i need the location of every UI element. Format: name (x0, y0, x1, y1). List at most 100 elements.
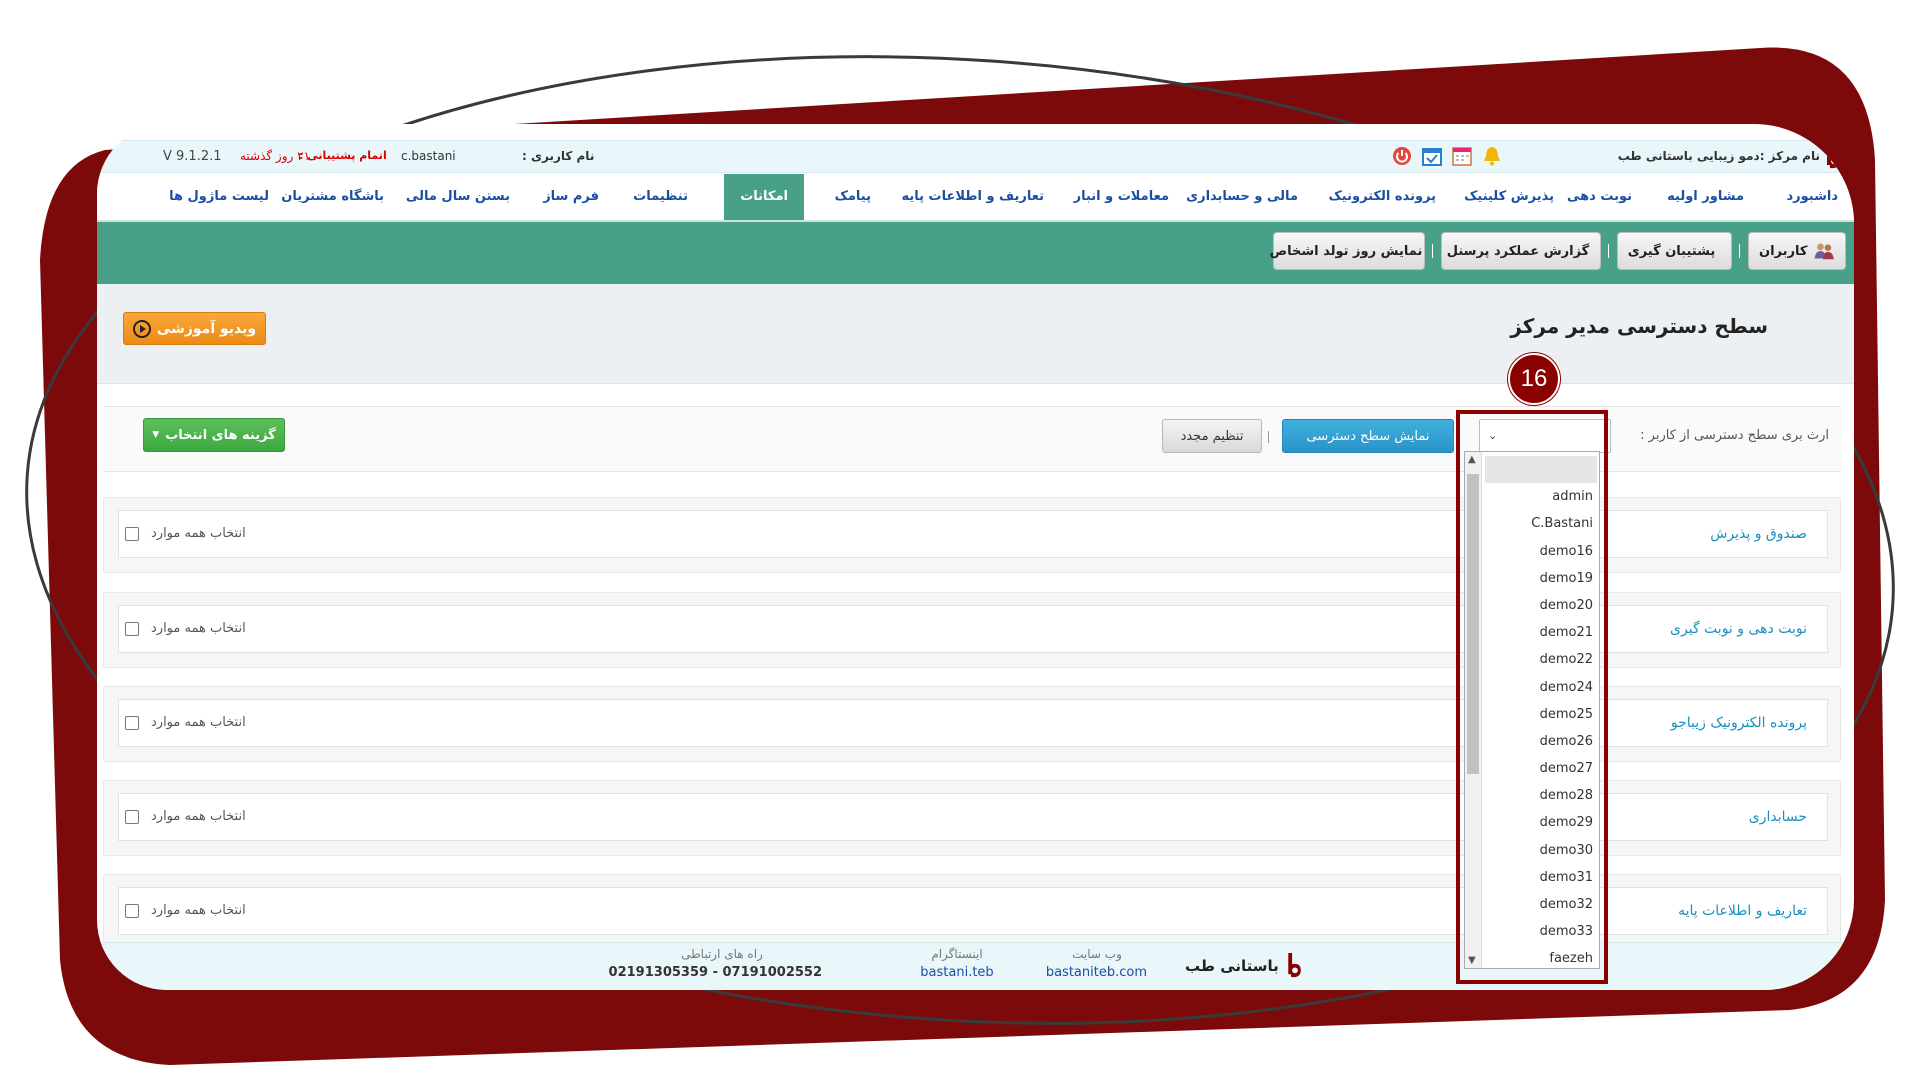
step-number-badge: 16 (1508, 353, 1560, 405)
birthday-button[interactable]: نمایش روز تولد اشخاص (1270, 232, 1425, 270)
dropdown-option[interactable]: demo28 (1485, 782, 1597, 809)
dropdown-option[interactable]: demo21 (1485, 619, 1597, 646)
dropdown-scrollbar[interactable]: ▲ ▼ (1465, 452, 1482, 968)
nav-appointments[interactable]: نوبت دهی (1567, 174, 1632, 220)
select-all-checkbox[interactable] (125, 715, 139, 730)
version-label: V 9.1.2.1 (163, 149, 222, 164)
select-all-checkbox[interactable] (125, 621, 139, 636)
dropdown-option[interactable]: C.Bastani (1485, 510, 1597, 537)
footer-contact: راه های ارتباطی 07191002552 - 0219130535… (609, 947, 822, 980)
username-value: c.bastani (401, 149, 456, 163)
nav-customer-club[interactable]: باشگاه مشتریان (281, 174, 384, 220)
dropdown-option[interactable]: demo30 (1485, 837, 1597, 864)
dropdown-option[interactable]: demo26 (1485, 728, 1597, 755)
nav-close-fiscal-year[interactable]: بستن سال مالی (406, 174, 510, 220)
toolbar-separator (1739, 244, 1740, 258)
sub-toolbar: کاربران پشتیبان گیری گزارش عملکرد پرسنل … (97, 222, 1854, 284)
instagram-link[interactable]: bastani.teb (907, 965, 1007, 980)
select-all-label: انتخاب همه موارد (151, 526, 246, 541)
dropdown-option[interactable]: demo24 (1485, 674, 1597, 701)
dropdown-option[interactable] (1485, 456, 1597, 484)
brand-logo-icon (1827, 143, 1840, 169)
footer-brand-name: باستانی طب (1185, 957, 1279, 975)
scroll-down-icon[interactable]: ▼ (1468, 955, 1476, 966)
page-title: سطح دسترسی مدیر مرکز (1510, 314, 1768, 338)
reset-button[interactable]: تنظیم مجدد (1162, 419, 1262, 453)
play-icon (132, 319, 151, 338)
dropdown-option[interactable]: faezeh (1485, 945, 1597, 968)
footer-website: وب سایت bastaniteb.com (1046, 947, 1147, 980)
power-icon[interactable] (1390, 144, 1414, 168)
backup-button-label: پشتیبان گیری (1627, 243, 1716, 259)
section-title[interactable]: تعاریف و اطلاعات پایه (1678, 903, 1807, 919)
dropdown-option[interactable]: demo27 (1485, 755, 1597, 782)
bell-icon[interactable] (1480, 144, 1504, 168)
dropdown-option[interactable]: demo22 (1485, 646, 1597, 673)
tutorial-video-button[interactable]: ویدیو آموزشی (123, 312, 266, 345)
inherit-access-label: ارث بری سطح دسترسی از کاربر : (1640, 428, 1829, 443)
select-all-group: انتخاب همه موارد (125, 526, 246, 541)
select-all-label: انتخاب همه موارد (151, 715, 246, 730)
website-label: وب سایت (1072, 947, 1122, 961)
dropdown-option[interactable]: demo16 (1485, 538, 1597, 565)
dropdown-option[interactable]: demo32 (1485, 891, 1597, 918)
scrollbar-thumb[interactable] (1467, 474, 1479, 774)
info-bar: نام مرکز :دمو زیبایی باستانی طب نام کارب… (97, 140, 1854, 173)
selection-options-button[interactable]: گزینه های انتخاب ▼ (143, 418, 285, 452)
section-title[interactable]: نوبت دهی و نوبت گیری (1670, 621, 1807, 637)
user-dropdown-list[interactable]: ▲ ▼ admin C.Bastani demo16 demo19 demo20… (1464, 451, 1600, 969)
nav-settings[interactable]: تنظیمات (633, 174, 688, 220)
select-all-checkbox[interactable] (125, 526, 139, 541)
dropdown-option[interactable]: demo20 (1485, 592, 1597, 619)
center-name-label: نام مرکز : (1759, 149, 1820, 163)
footer-brand: باستانی طب (1185, 953, 1303, 979)
select-all-group: انتخاب همه موارد (125, 715, 246, 730)
brand-logo-icon (1288, 953, 1301, 978)
dropdown-options: admin C.Bastani demo16 demo19 demo20 dem… (1485, 456, 1597, 968)
tutorial-video-label: ویدیو آموزشی (156, 320, 257, 337)
nav-base-definitions[interactable]: تعاریف و اطلاعات پایه (901, 174, 1044, 220)
dropdown-option[interactable]: demo19 (1485, 565, 1597, 592)
dropdown-option[interactable]: admin (1485, 483, 1597, 510)
backup-button[interactable]: پشتیبان گیری (1617, 232, 1732, 270)
nav-transactions-warehouse[interactable]: معاملات و انبار (1074, 174, 1169, 220)
page-header: سطح دسترسی مدیر مرکز ویدیو آموزشی (97, 284, 1854, 384)
dropdown-option[interactable]: demo29 (1485, 809, 1597, 836)
nav-module-list[interactable]: لیست ماژول ها (169, 174, 269, 220)
users-button[interactable]: کاربران (1748, 232, 1846, 270)
select-all-group: انتخاب همه موارد (125, 621, 246, 636)
instagram-label: اینستاگرام (931, 947, 983, 961)
caret-down-icon: ▼ (152, 430, 160, 440)
dropdown-option[interactable]: demo31 (1485, 864, 1597, 891)
nav-facilities[interactable]: امکانات (724, 174, 804, 220)
screenshot-stage: نام مرکز :دمو زیبایی باستانی طب نام کارب… (0, 0, 1920, 1080)
website-link[interactable]: bastaniteb.com (1046, 965, 1147, 980)
scroll-up-icon[interactable]: ▲ (1468, 454, 1476, 465)
section-title[interactable]: صندوق و پذیرش (1710, 526, 1807, 542)
nav-sms[interactable]: پیامک (835, 174, 871, 220)
username-label: نام کاربری : (522, 149, 595, 163)
nav-dashboard[interactable]: داشبورد (1786, 174, 1838, 220)
calendar-icon[interactable] (1450, 144, 1474, 168)
nav-initial-consultant[interactable]: مشاور اولیه (1667, 174, 1744, 220)
dropdown-option[interactable]: demo25 (1485, 701, 1597, 728)
select-all-checkbox[interactable] (125, 809, 139, 824)
footer-instagram: اینستاگرام bastani.teb (907, 947, 1007, 980)
nav-clinic-admission[interactable]: پذیرش کلینیک (1464, 174, 1554, 220)
personnel-report-button[interactable]: گزارش عملکرد پرسنل (1441, 232, 1601, 270)
nav-electronic-record[interactable]: پرونده الکترونیک (1328, 174, 1436, 220)
select-all-group: انتخاب همه موارد (125, 809, 246, 824)
section-title[interactable]: حسابداری (1749, 809, 1807, 825)
dropdown-option[interactable]: demo33 (1485, 918, 1597, 945)
center-name: نام مرکز :دمو زیبایی باستانی طب (1618, 149, 1820, 163)
nav-form-builder[interactable]: فرم ساز (543, 174, 599, 220)
section-title[interactable]: پرونده الکترونیک زیباجو (1671, 715, 1807, 731)
top-icon-group (1390, 144, 1504, 168)
nav-finance-accounting[interactable]: مالی و حسابداری (1186, 174, 1298, 220)
support-end-value: ۲۱ روز گذشته (240, 149, 311, 163)
show-access-level-button[interactable]: نمایش سطح دسترسی (1282, 419, 1454, 453)
toolbar-separator (1432, 244, 1433, 258)
calendar-check-icon[interactable] (1420, 144, 1444, 168)
contact-label: راه های ارتباطی (681, 947, 763, 961)
select-all-checkbox[interactable] (125, 903, 139, 918)
